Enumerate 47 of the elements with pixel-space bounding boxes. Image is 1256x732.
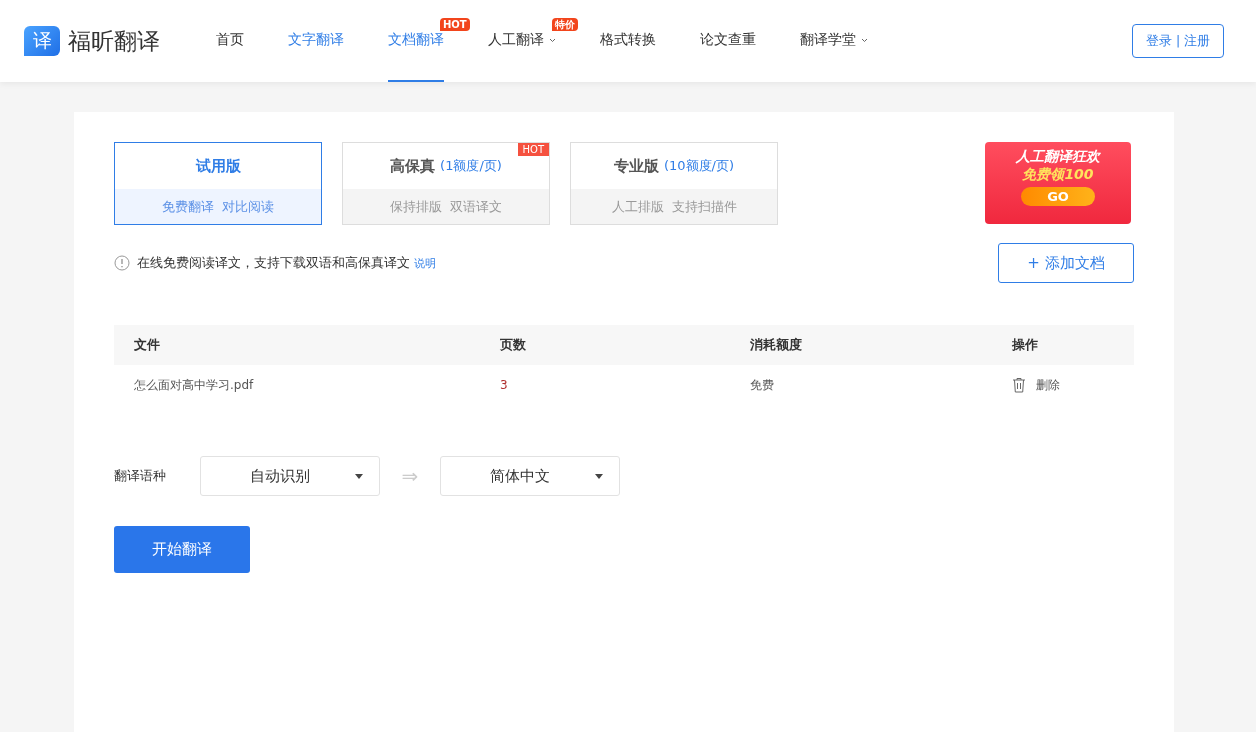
plan-feature: 人工排版 bbox=[611, 197, 664, 216]
column-header: 消耗额度 bbox=[749, 336, 803, 354]
nav-tab[interactable]: 格式转换 bbox=[600, 0, 656, 82]
add-document-button[interactable]: + 添加文档 bbox=[998, 243, 1134, 283]
promo-title: 人工翻译狂欢 bbox=[1016, 148, 1100, 166]
nav-badge: HOT bbox=[440, 18, 470, 31]
plan-feature: 双语译文 bbox=[450, 197, 502, 216]
source-language-dropdown[interactable]: 自动识别 bbox=[200, 456, 380, 496]
plan-title: 高保真 bbox=[390, 156, 436, 176]
delete-link[interactable]: 删除 bbox=[1036, 376, 1060, 394]
cost-cell-text: 免费 bbox=[749, 376, 775, 394]
promo-subtitle: 免费领100 bbox=[1022, 166, 1094, 184]
plan-card[interactable]: 高保真 (1额度/页) 保持排版 双语译文 HOT bbox=[342, 142, 550, 225]
plan-card[interactable]: 试用版 免费翻译 对比阅读 bbox=[114, 142, 322, 225]
column-header: 操作 bbox=[1011, 336, 1039, 354]
nav-tab[interactable]: 首页 bbox=[216, 0, 244, 82]
nav-badge: 特价 bbox=[552, 18, 578, 31]
plan-feature: 保持排版 bbox=[390, 197, 442, 216]
info-icon bbox=[114, 255, 130, 271]
logo-icon[interactable]: 译 bbox=[24, 26, 60, 56]
start-translation-button[interactable]: 开始翻译 bbox=[114, 526, 250, 573]
login-register-button[interactable]: 登录 | 注册 bbox=[1132, 24, 1224, 58]
plan-badge: HOT bbox=[517, 143, 549, 156]
explanation-link[interactable]: 说明 bbox=[414, 255, 436, 271]
caret-icon bbox=[549, 37, 556, 43]
plan-price: (1额度/页) bbox=[440, 157, 502, 175]
caret-icon bbox=[861, 37, 868, 43]
plan-feature: 支持扫描件 bbox=[671, 197, 737, 216]
trash-icon[interactable] bbox=[1012, 377, 1026, 393]
column-header: 页数 bbox=[499, 336, 527, 354]
notice-text: 在线免费阅读译文，支持下载双语和高保真译文 bbox=[137, 254, 410, 272]
plan-title: 试用版 bbox=[195, 156, 241, 176]
plan-card[interactable]: 专业版 (10额度/页) 人工排版 支持扫描件 bbox=[570, 142, 778, 225]
target-language-dropdown[interactable]: 简体中文 bbox=[440, 456, 620, 496]
plan-feature: 免费翻译 bbox=[162, 197, 214, 216]
nav-tab[interactable]: 翻译学堂 bbox=[800, 0, 868, 82]
language-label: 翻译语种 bbox=[114, 467, 167, 485]
file-name-cell-text: 怎么面对高中学习.pdf bbox=[133, 376, 255, 394]
pages-cell-text: 3 bbox=[499, 378, 509, 392]
logo-text[interactable]: 福昕翻译 bbox=[68, 25, 160, 57]
plan-title: 专业版 bbox=[613, 156, 659, 176]
nav-tab[interactable]: 论文查重 bbox=[700, 0, 756, 82]
plan-price: (10额度/页) bbox=[663, 157, 735, 175]
plan-feature: 对比阅读 bbox=[222, 197, 274, 216]
arrow-glyph: ⇒ bbox=[400, 464, 420, 488]
nav-tab[interactable]: 文字翻译 bbox=[288, 0, 344, 82]
column-header: 文件 bbox=[133, 336, 161, 354]
